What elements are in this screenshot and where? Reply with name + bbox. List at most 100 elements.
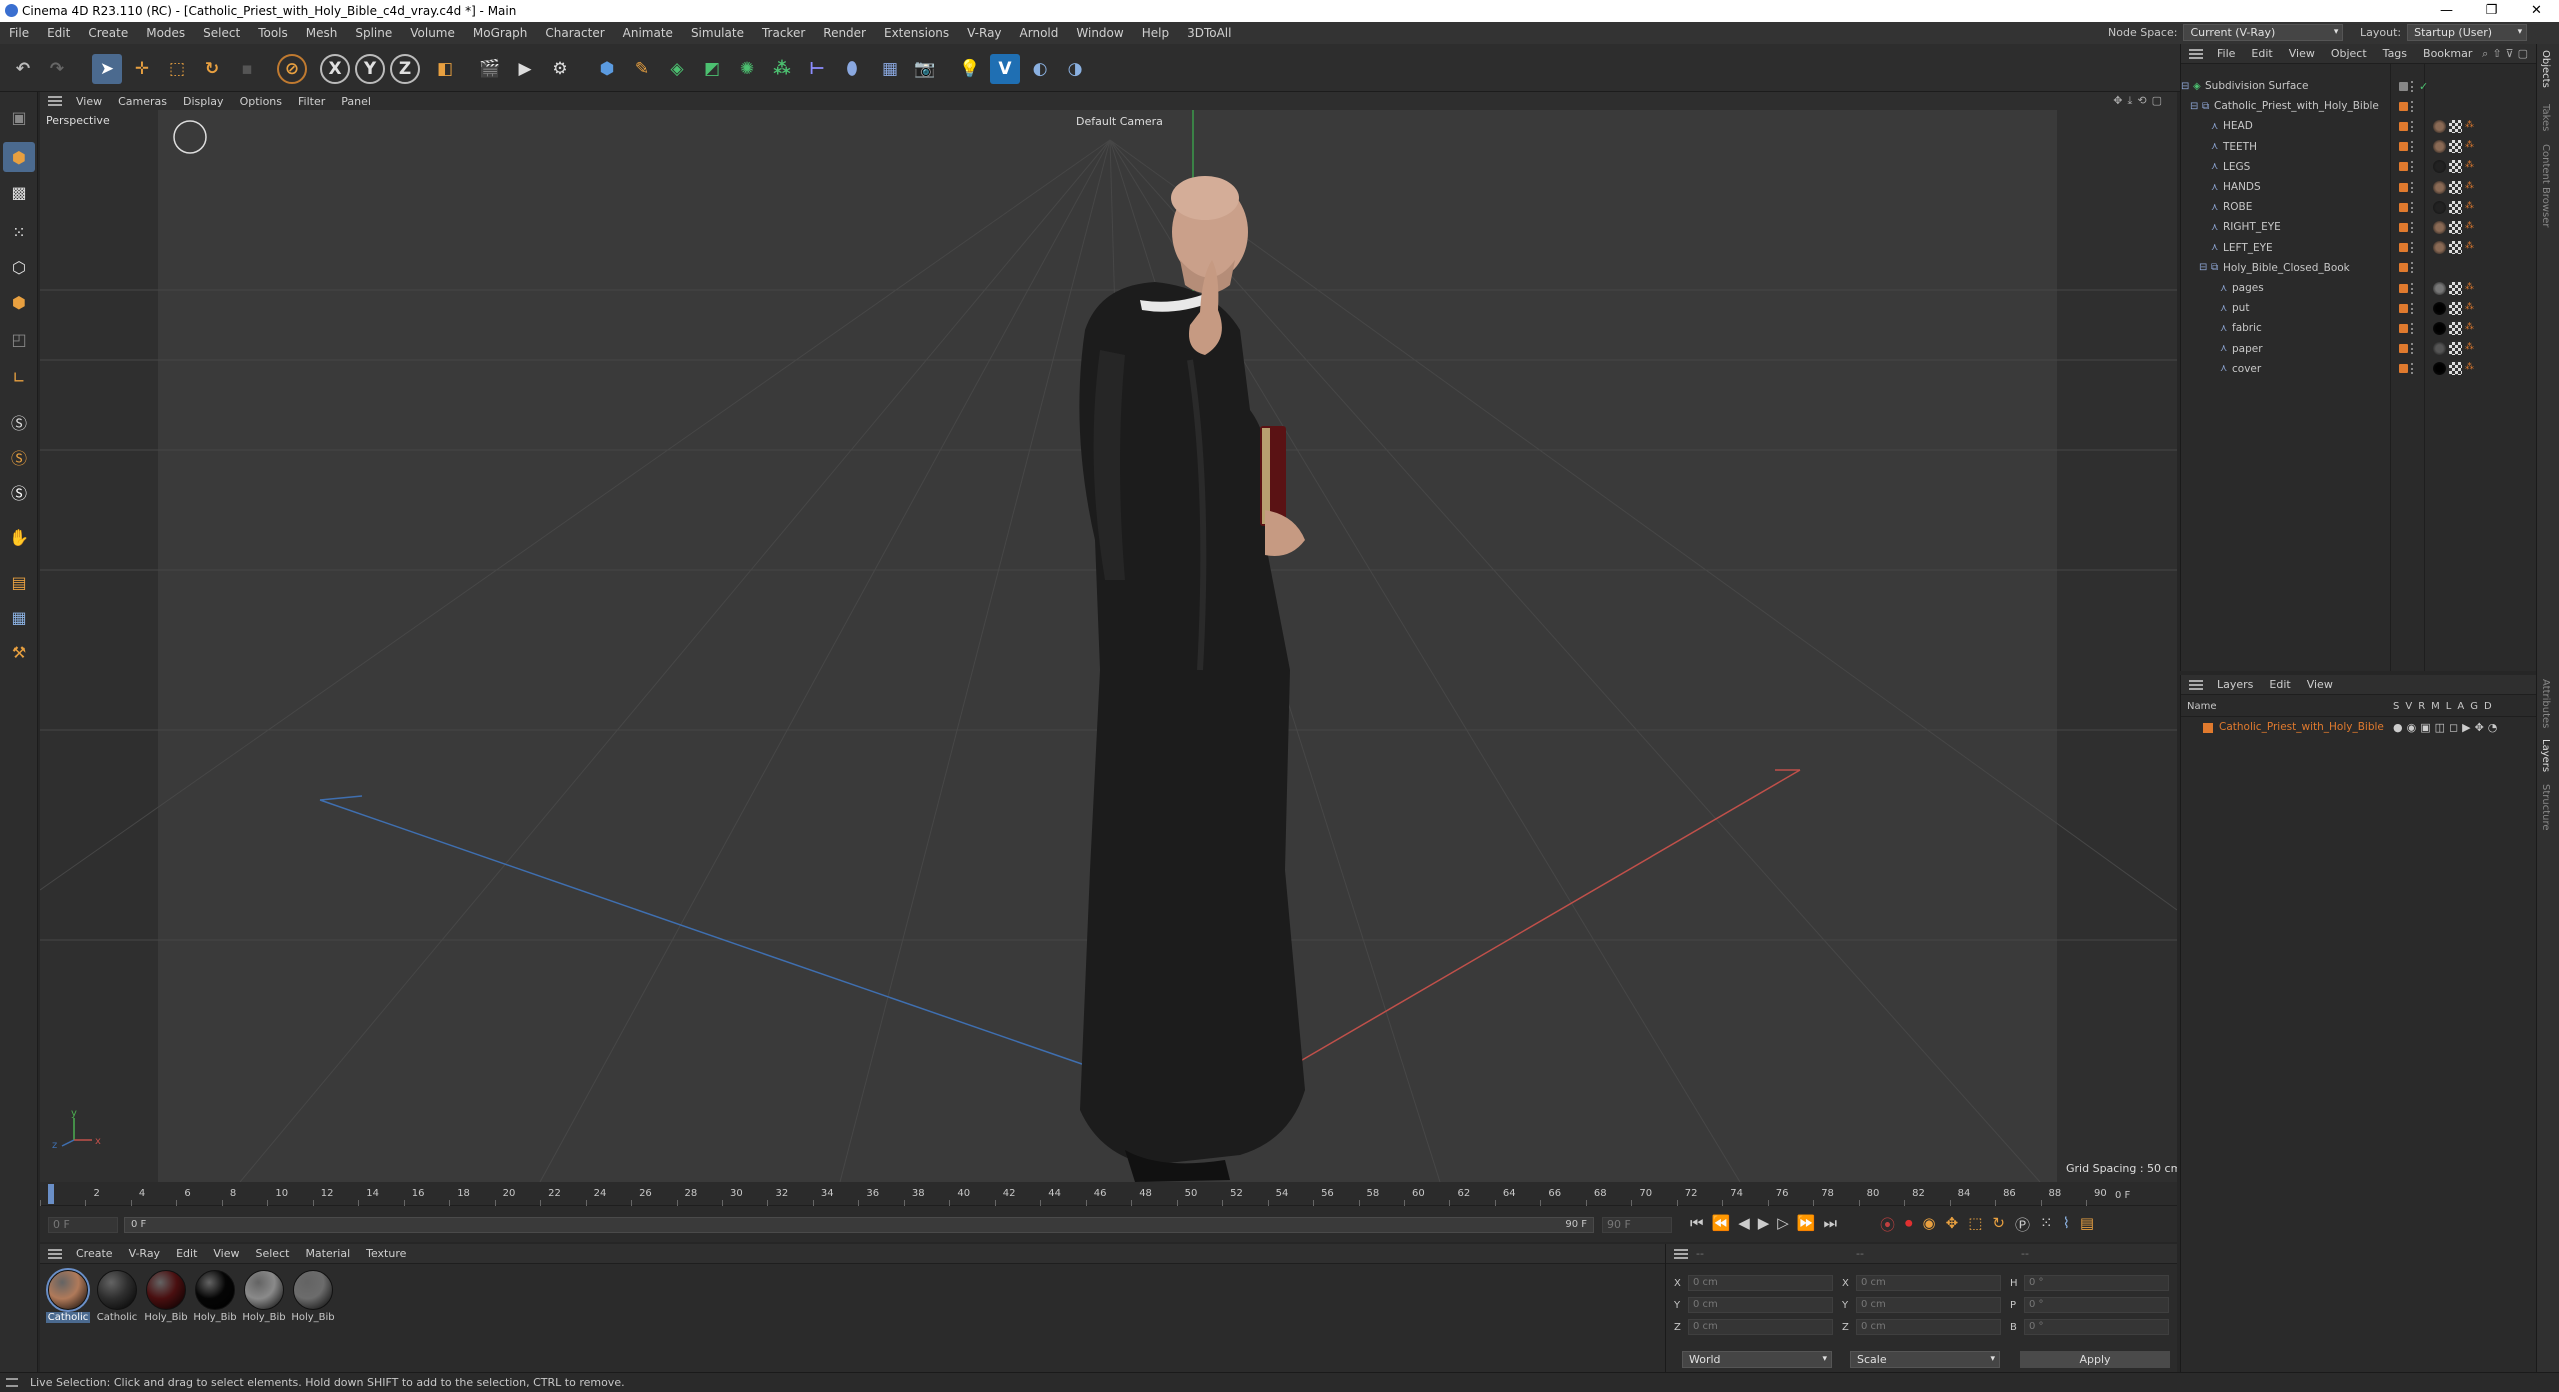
layer-menu-icon[interactable] (2189, 679, 2203, 690)
key-rotation-icon[interactable]: ↻ (1992, 1214, 2005, 1235)
layer-name[interactable]: Catholic_Priest_with_Holy_Bible (2219, 721, 2384, 733)
viewport-menu-filter[interactable]: Filter (290, 95, 333, 108)
timeline-ruler[interactable]: 0246810121416182022242628303234363840424… (40, 1182, 2177, 1206)
layer-flag-header[interactable]: M (2431, 701, 2440, 712)
material-item[interactable]: Holy_Bib (144, 1270, 188, 1330)
layer-flag-header[interactable]: D (2484, 701, 2492, 712)
vray-icon[interactable]: V (990, 54, 1020, 84)
material-tag-icon[interactable] (2433, 140, 2446, 154)
object-name[interactable]: LEGS (2223, 161, 2250, 173)
menu-vray[interactable]: V-Ray (958, 26, 1010, 40)
uvw-tag-icon[interactable] (2449, 342, 2462, 356)
material-tag-icon[interactable] (2433, 342, 2446, 356)
selection-tag-icon[interactable]: ⁂ (2465, 302, 2478, 315)
coord-value-field[interactable]: 0 cm (1856, 1319, 2001, 1335)
selection-tag-icon[interactable]: ⁂ (2465, 160, 2478, 173)
object-menu-edit[interactable]: Edit (2243, 47, 2280, 60)
viewport-menu-display[interactable]: Display (175, 95, 232, 108)
cloner-icon[interactable]: ✺ (732, 54, 762, 84)
uvw-tag-icon[interactable] (2449, 140, 2462, 154)
layer-color-icon[interactable] (2399, 364, 2408, 374)
go-to-end-icon[interactable]: ⏭ (1824, 1214, 1838, 1232)
viewport-menu-options[interactable]: Options (232, 95, 290, 108)
object-name[interactable]: put (2232, 302, 2249, 314)
object-name[interactable]: HANDS (2223, 181, 2261, 193)
object-row[interactable]: ⋏ fabric ⁂ (2181, 318, 2537, 338)
visibility-toggle-icon[interactable] (2411, 181, 2414, 193)
key-param-icon[interactable]: Ⓟ (2015, 1214, 2030, 1235)
object-row[interactable]: ⋏ TEETH ⁂ (2181, 137, 2537, 157)
status-menu-icon[interactable] (6, 1378, 18, 1387)
object-menu-file[interactable]: File (2209, 47, 2243, 60)
material-menu-vray[interactable]: V-Ray (121, 1247, 169, 1260)
points-mode-icon[interactable]: ⁙ (3, 217, 35, 247)
apply-button[interactable]: Apply (2020, 1351, 2170, 1368)
object-name[interactable]: LEFT_EYE (2223, 242, 2273, 254)
material-item[interactable]: Holy_Bib (193, 1270, 237, 1330)
object-row[interactable]: ⋏ HEAD ⁂ (2181, 116, 2537, 136)
sculpt-icon[interactable]: ⚒ (3, 637, 35, 667)
uvw-tag-icon[interactable] (2449, 281, 2462, 295)
expand-toggle-icon[interactable]: ⊟ (2199, 262, 2207, 273)
tab-attributes[interactable]: Attributes (2540, 679, 2551, 728)
object-name[interactable]: Subdivision Surface (2205, 80, 2309, 92)
selection-tag-icon[interactable]: ⁂ (2465, 140, 2478, 153)
menu-animate[interactable]: Animate (614, 26, 682, 40)
material-tag-icon[interactable] (2433, 220, 2446, 234)
viewport-menu-view[interactable]: View (68, 95, 110, 108)
material-tag-icon[interactable] (2433, 180, 2446, 194)
timeline-window-icon[interactable]: ▤ (2080, 1214, 2094, 1235)
menu-select[interactable]: Select (194, 26, 249, 40)
layout-dropdown[interactable]: Startup (User) (2407, 24, 2528, 41)
menu-character[interactable]: Character (536, 26, 613, 40)
uvw-tag-icon[interactable] (2449, 301, 2462, 315)
coordinate-mode-dropdown[interactable]: Scale (1850, 1351, 2000, 1368)
selection-tag-icon[interactable]: ⁂ (2465, 221, 2478, 234)
close-button[interactable]: ✕ (2514, 0, 2559, 22)
viewport-menu-panel[interactable]: Panel (333, 95, 379, 108)
render-region-icon[interactable]: 🎬 (475, 54, 505, 84)
menu-file[interactable]: File (0, 26, 38, 40)
visibility-toggle-icon[interactable] (2411, 141, 2414, 153)
material-menu-icon[interactable] (48, 1248, 62, 1259)
material-menu-create[interactable]: Create (68, 1247, 121, 1260)
viewport-menu-icon[interactable] (48, 96, 62, 106)
mograph-icon[interactable]: ⁂ (767, 54, 797, 84)
axis-mode-icon[interactable]: ∟ (3, 362, 35, 392)
render-settings-icon[interactable]: ⚙ (545, 54, 575, 84)
layer-color-swatch[interactable] (2203, 723, 2213, 733)
scale-icon[interactable]: ⬚ (162, 54, 192, 84)
menu-edit[interactable]: Edit (38, 26, 79, 40)
object-name[interactable]: fabric (2232, 322, 2262, 334)
floor-icon[interactable]: ▦ (875, 54, 905, 84)
next-frame-icon[interactable]: ▷ (1777, 1214, 1789, 1232)
menu-mesh[interactable]: Mesh (297, 26, 347, 40)
menu-arnold[interactable]: Arnold (1011, 26, 1068, 40)
coord-value-field[interactable]: 0 cm (1856, 1275, 2001, 1291)
coord-value-field[interactable]: 0 cm (1688, 1319, 1833, 1335)
layer-flag-icons[interactable]: ●◉▣◫◻▶✥◔ (2393, 721, 2501, 734)
layer-color-icon[interactable] (2399, 142, 2408, 152)
visibility-toggle-icon[interactable] (2411, 80, 2414, 92)
material-tag-icon[interactable] (2433, 241, 2446, 255)
visibility-toggle-icon[interactable] (2411, 201, 2414, 213)
enabled-check-icon[interactable]: ✓ (2419, 80, 2428, 93)
object-row[interactable]: ⋏ ROBE ⁂ (2181, 197, 2537, 217)
prev-frame-icon[interactable]: ◀ (1738, 1214, 1750, 1232)
pen-spline-icon[interactable]: ✎ (627, 54, 657, 84)
polygons-mode-icon[interactable]: ⬢ (3, 287, 35, 317)
layer-color-icon[interactable] (2399, 202, 2408, 212)
menu-mograph[interactable]: MoGraph (464, 26, 537, 40)
z-axis-lock-icon[interactable]: Z (390, 54, 420, 84)
world-coordinates-icon[interactable]: ◧ (430, 54, 460, 84)
deformer-icon[interactable]: ⊢ (802, 54, 832, 84)
uvw-tag-icon[interactable] (2449, 241, 2462, 255)
y-axis-lock-icon[interactable]: Y (355, 54, 385, 84)
layer-flag-header[interactable]: G (2470, 701, 2478, 712)
visibility-toggle-icon[interactable] (2411, 282, 2414, 294)
visibility-toggle-icon[interactable] (2411, 221, 2414, 233)
layer-color-icon[interactable] (2399, 283, 2408, 293)
visibility-toggle-icon[interactable] (2411, 100, 2414, 112)
object-menu-object[interactable]: Object (2323, 47, 2375, 60)
light-icon[interactable]: 💡 (955, 54, 985, 84)
